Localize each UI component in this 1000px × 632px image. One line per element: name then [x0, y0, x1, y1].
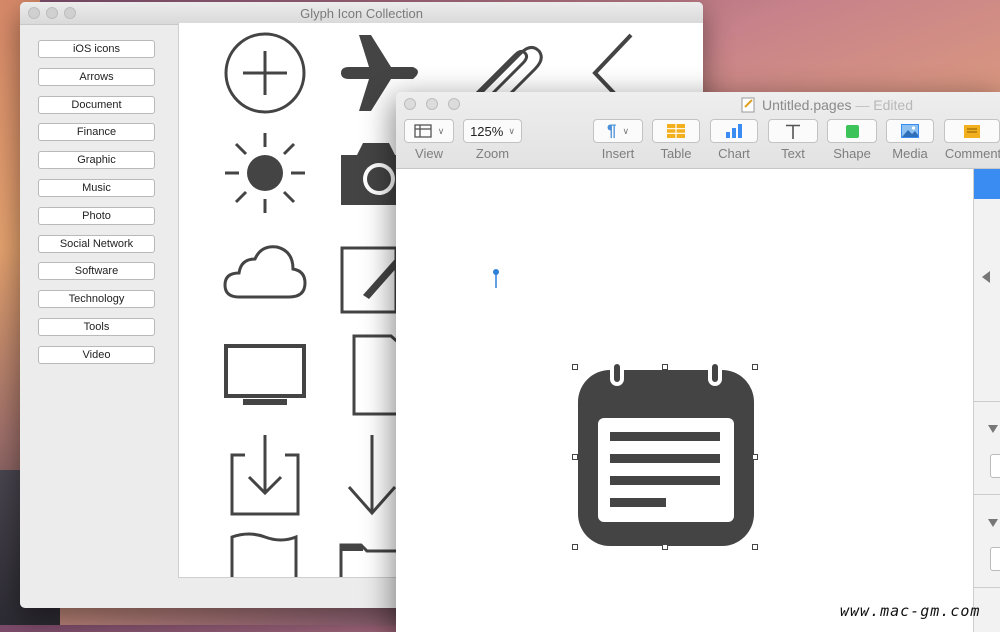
category-technology[interactable]: Technology — [38, 290, 155, 309]
edit-icon[interactable] — [339, 245, 399, 315]
category-software[interactable]: Software — [38, 262, 155, 281]
download-icon[interactable] — [229, 433, 301, 517]
comment-icon — [964, 124, 980, 138]
document-title: Untitled.pages — [762, 97, 852, 113]
chart-button[interactable] — [710, 119, 758, 143]
chevron-down-icon: ∨ — [622, 125, 630, 136]
inspector-divider — [974, 401, 1000, 402]
zoom-value: 125% — [470, 123, 504, 139]
disclosure-left-icon[interactable] — [982, 271, 990, 283]
insert-button[interactable]: ¶ ∨ — [593, 119, 643, 143]
window-title: Glyph Icon Collection — [300, 6, 423, 21]
comment-button[interactable] — [944, 119, 1000, 143]
media-icon — [901, 124, 919, 138]
cloud-icon[interactable] — [223, 241, 307, 301]
inspector-field[interactable] — [990, 547, 1000, 571]
resize-handle-bottom-left[interactable] — [572, 544, 578, 550]
document-canvas[interactable] — [396, 169, 974, 632]
glyph-titlebar[interactable]: Glyph Icon Collection — [20, 2, 703, 25]
document-status: Edited — [873, 97, 913, 113]
resize-handle-top[interactable] — [662, 364, 668, 370]
category-document[interactable]: Document — [38, 95, 155, 114]
title-separator: — — [855, 97, 870, 113]
plus-circle-icon[interactable] — [223, 31, 307, 115]
pages-window: Untitled.pages — Edited ∨ View 125% ∨ Zo… — [396, 92, 1000, 632]
disclosure-down-icon[interactable] — [988, 519, 998, 527]
disclosure-down-icon[interactable] — [988, 425, 998, 433]
paragraph-icon: ¶ — [606, 121, 617, 140]
category-tools[interactable]: Tools — [38, 317, 155, 336]
format-inspector — [973, 169, 1000, 632]
category-ios-icons[interactable]: iOS icons — [38, 40, 155, 58]
chevron-down-icon: ∨ — [508, 125, 515, 136]
table-label: Table — [660, 146, 692, 161]
resize-handle-left[interactable] — [572, 454, 578, 460]
media-label: Media — [892, 146, 928, 161]
chart-label: Chart — [718, 146, 750, 161]
view-label: View — [415, 146, 443, 161]
watermark: www.mac-gm.com — [840, 602, 981, 620]
arrow-down-icon[interactable] — [345, 433, 399, 517]
close-button[interactable] — [404, 98, 416, 110]
view-button[interactable]: ∨ — [404, 119, 454, 143]
minimize-button[interactable] — [426, 98, 438, 110]
table-button[interactable] — [652, 119, 700, 143]
category-list: iOS icons Arrows Document Finance Graphi… — [38, 40, 155, 374]
inspector-divider — [974, 587, 1000, 588]
shape-icon — [845, 124, 859, 138]
flag-icon[interactable] — [229, 531, 299, 577]
text-button[interactable] — [768, 119, 818, 143]
text-label: Text — [781, 146, 805, 161]
media-button[interactable] — [886, 119, 934, 143]
resize-handle-bottom-right[interactable] — [752, 544, 758, 550]
resize-handle-top-left[interactable] — [572, 364, 578, 370]
category-finance[interactable]: Finance — [38, 123, 155, 142]
insert-label: Insert — [601, 146, 635, 161]
resize-handle-top-right[interactable] — [752, 364, 758, 370]
text-icon — [786, 124, 800, 139]
category-photo[interactable]: Photo — [38, 206, 155, 225]
inspector-tab-active[interactable] — [974, 169, 1000, 199]
shape-button[interactable] — [827, 119, 877, 143]
comment-label: Comment — [944, 146, 1000, 161]
zoom-dropdown[interactable]: 125% ∨ — [463, 119, 522, 143]
resize-handle-right[interactable] — [752, 454, 758, 460]
chevron-down-icon: ∨ — [437, 125, 445, 136]
document-icon[interactable] — [351, 333, 401, 417]
pages-document-icon — [741, 97, 755, 113]
category-music[interactable]: Music — [38, 178, 155, 197]
monitor-icon[interactable] — [223, 343, 307, 407]
inspector-divider — [974, 494, 1000, 495]
inspector-field[interactable] — [990, 454, 1000, 478]
document-title-bar[interactable]: Untitled.pages — Edited — [762, 97, 913, 113]
zoom-button[interactable] — [448, 98, 460, 110]
text-cursor — [493, 269, 499, 288]
view-sidebar-icon — [414, 124, 432, 138]
chart-icon — [726, 124, 742, 138]
zoom-label: Zoom — [475, 146, 510, 161]
folder-icon[interactable] — [339, 541, 399, 577]
table-icon — [667, 124, 685, 138]
notepad-icon[interactable] — [576, 362, 756, 548]
category-arrows[interactable]: Arrows — [38, 67, 155, 86]
sun-icon[interactable] — [223, 131, 307, 215]
category-graphic[interactable]: Graphic — [38, 151, 155, 170]
shape-label: Shape — [833, 146, 871, 161]
category-social-network[interactable]: Social Network — [38, 234, 155, 253]
pages-toolbar[interactable]: Untitled.pages — Edited ∨ View 125% ∨ Zo… — [396, 92, 1000, 169]
category-video[interactable]: Video — [38, 345, 155, 364]
resize-handle-bottom[interactable] — [662, 544, 668, 550]
